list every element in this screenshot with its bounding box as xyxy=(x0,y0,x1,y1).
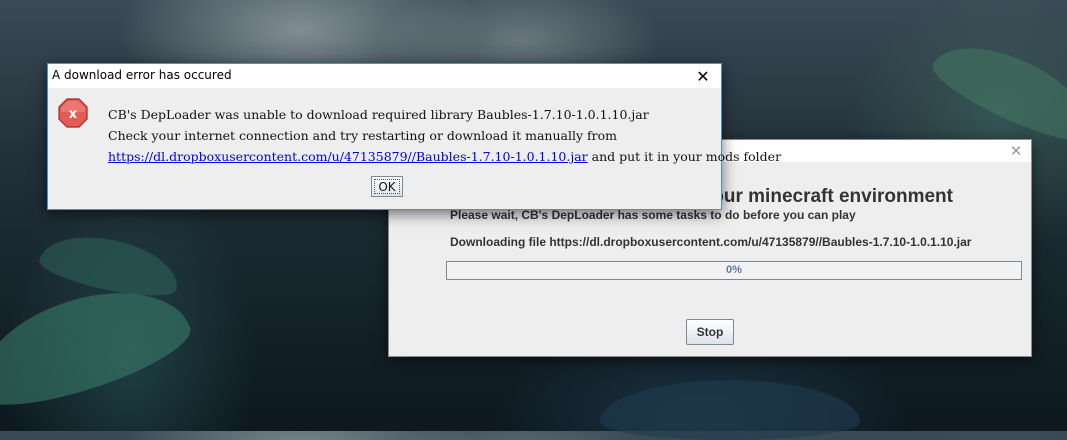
error-stop-icon: x xyxy=(58,98,88,128)
close-icon[interactable]: ✕ xyxy=(687,64,719,88)
download-error-dialog: A download error has occured ✕ x CB's De… xyxy=(47,63,781,210)
error-line-3: https://dl.dropboxusercontent.com/u/4713… xyxy=(108,146,781,167)
progress-label: 0% xyxy=(726,264,742,276)
error-message: CB's DepLoader was unable to download re… xyxy=(108,104,781,167)
dialog-titlebar: A download error has occured ✕ xyxy=(48,64,721,88)
error-line-1: CB's DepLoader was unable to download re… xyxy=(108,107,649,122)
close-icon[interactable]: ✕ xyxy=(1001,140,1031,162)
download-status: Downloading file https://dl.dropboxuserc… xyxy=(450,235,972,249)
stop-button[interactable]: Stop xyxy=(686,319,734,345)
wait-message: Please wait, CB's DepLoader has some tas… xyxy=(450,208,856,222)
download-progress-bar: 0% xyxy=(446,261,1022,280)
ok-button[interactable]: OK xyxy=(371,176,403,197)
dialog-title: A download error has occured xyxy=(52,68,232,82)
svg-text:x: x xyxy=(69,107,78,122)
manual-download-link[interactable]: https://dl.dropboxusercontent.com/u/4713… xyxy=(108,149,588,164)
error-line-3-suffix: and put it in your mods folder xyxy=(587,149,782,164)
error-line-2: Check your internet connection and try r… xyxy=(108,128,617,143)
